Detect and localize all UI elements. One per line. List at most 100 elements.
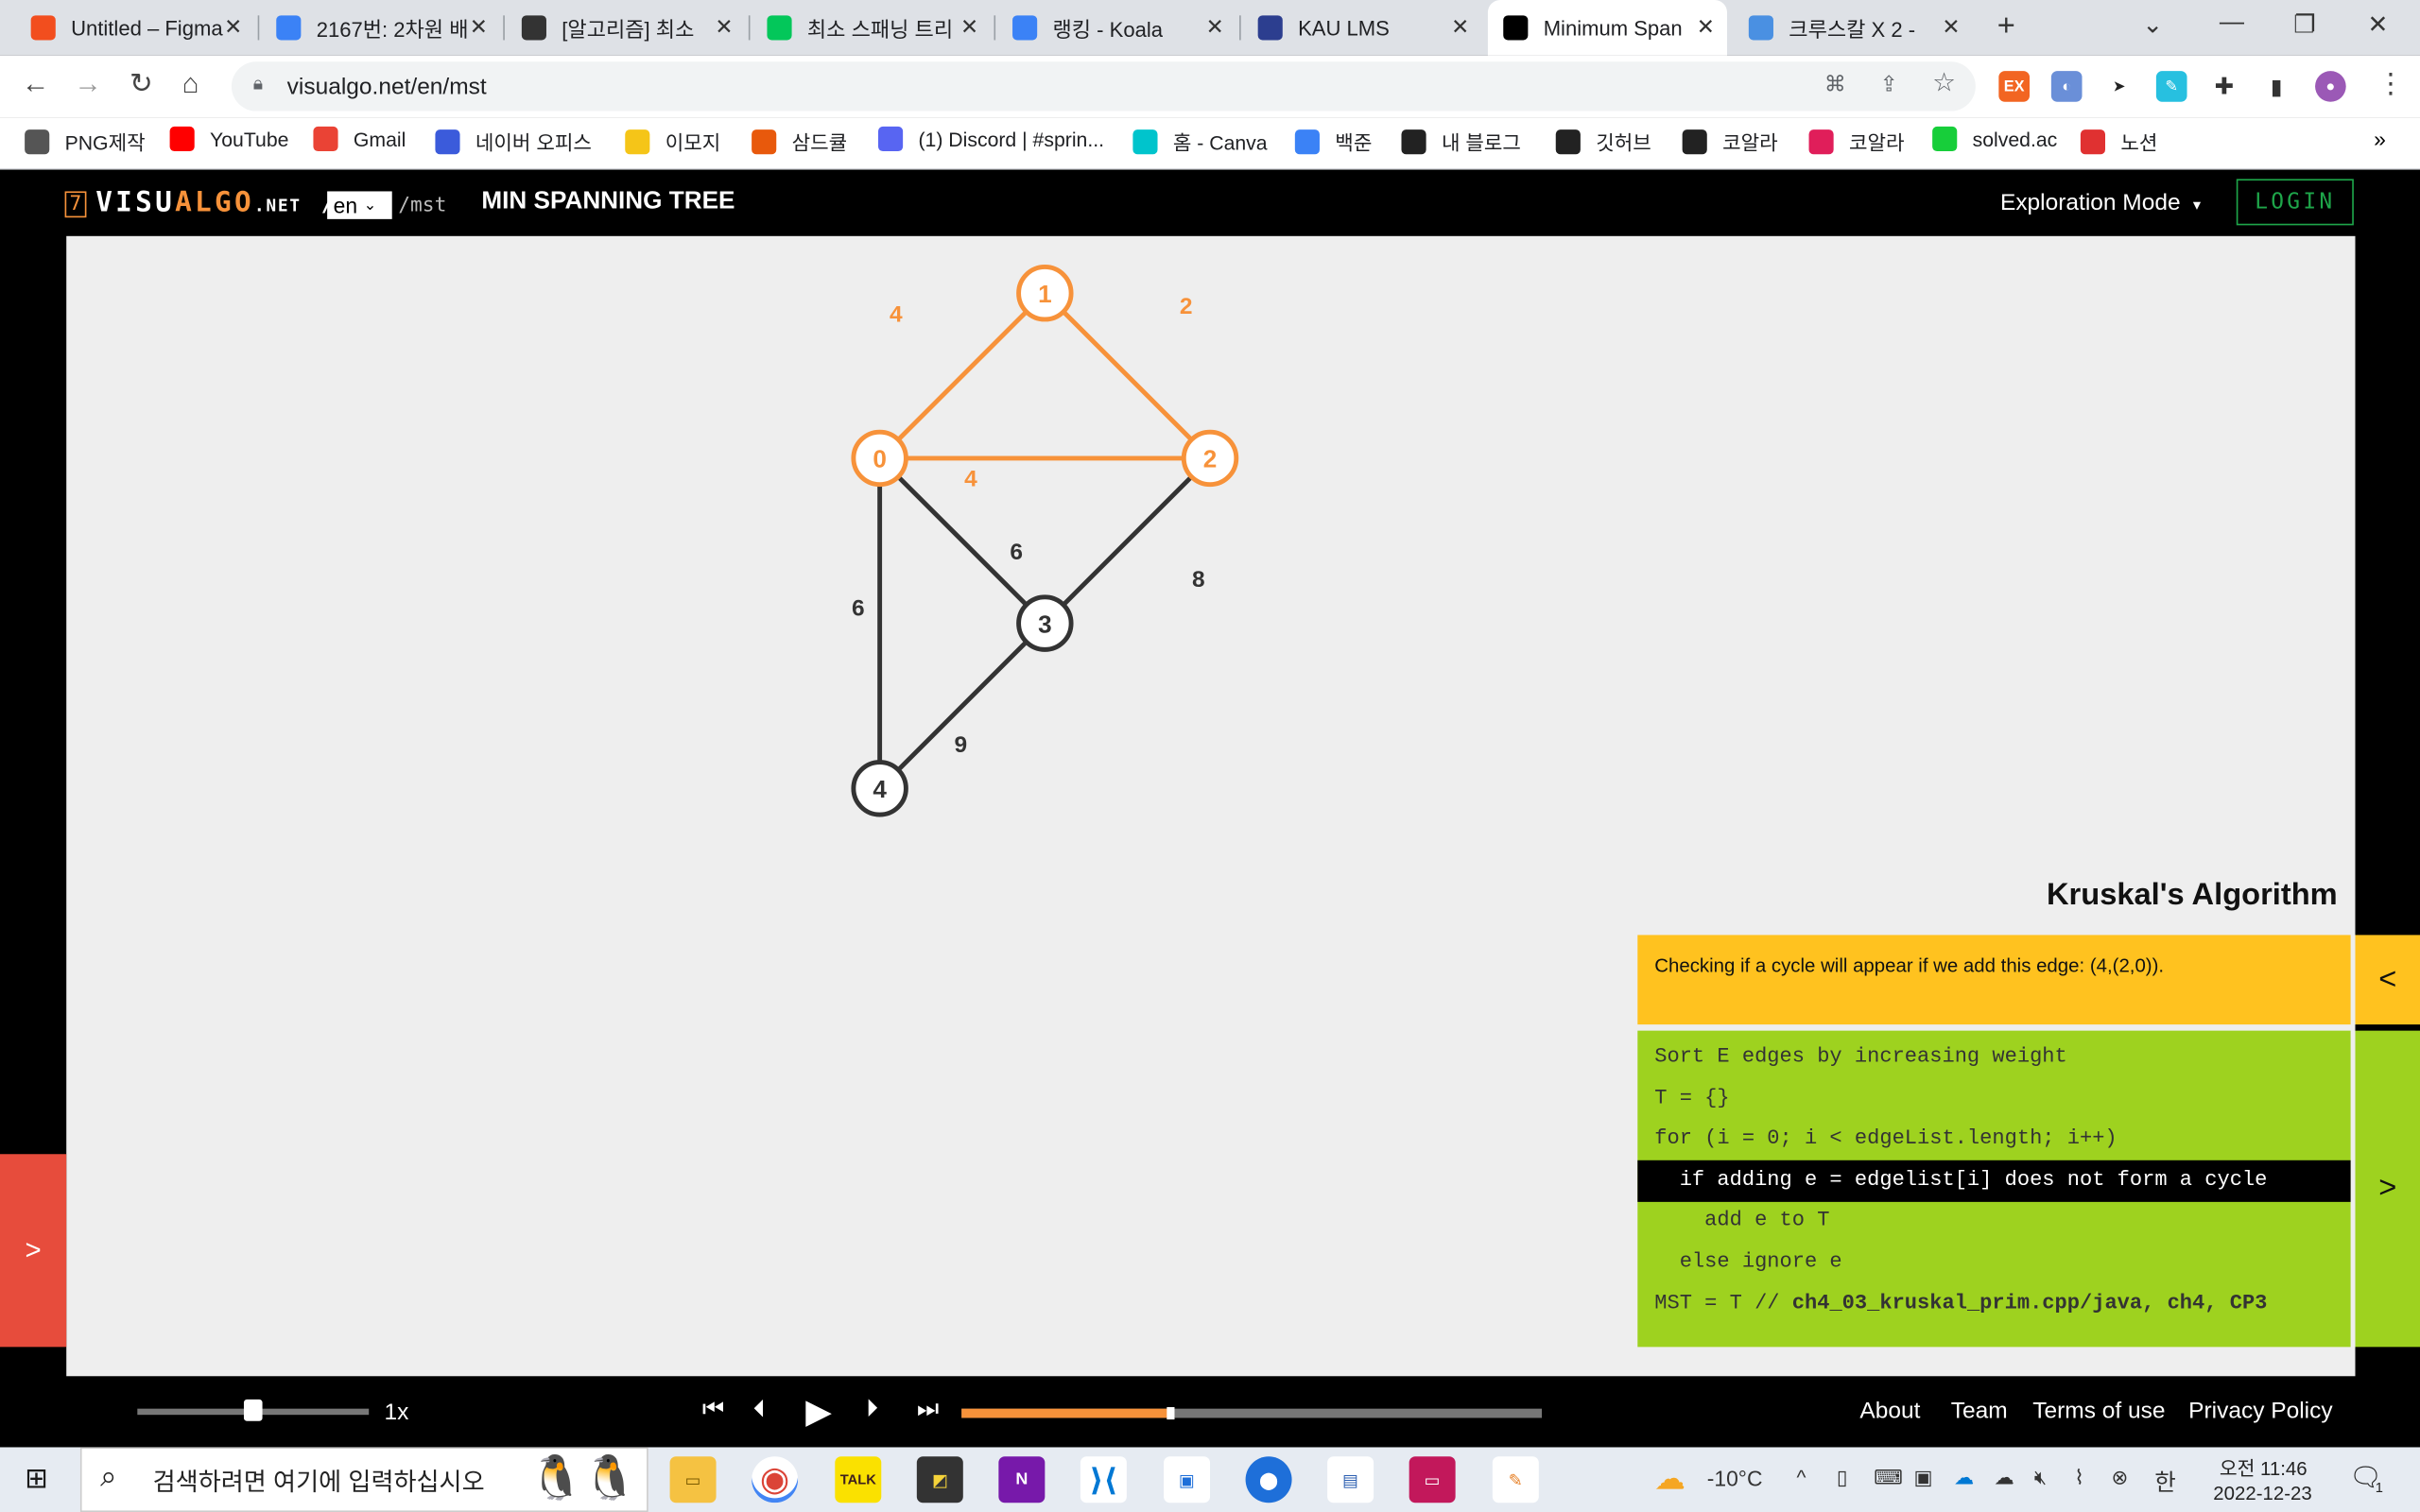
tab-search-icon[interactable]: ⌄: [2142, 9, 2163, 41]
file-explorer-icon[interactable]: ▭: [669, 1456, 717, 1503]
reload-icon[interactable]: ↻: [130, 68, 153, 100]
restore-button[interactable]: ❐: [2293, 9, 2315, 41]
tray-app-icon-1[interactable]: ▯: [1837, 1466, 1848, 1490]
home-icon[interactable]: ⌂: [182, 68, 199, 100]
clock-date[interactable]: 2022-12-23: [2213, 1483, 2311, 1504]
new-tab-button[interactable]: +: [1997, 9, 2015, 45]
back-arrow-icon[interactable]: ←: [22, 68, 49, 100]
expand-code-button[interactable]: >: [2355, 1030, 2420, 1348]
visualgo-logo[interactable]: VISUALGO.NET /: [95, 187, 337, 219]
tab-1[interactable]: 2167번: 2차원 배 ✕: [261, 0, 500, 56]
tab-close-icon[interactable]: ✕: [1697, 14, 1715, 41]
vscode-icon[interactable]: ⟩⟨: [1080, 1456, 1127, 1503]
tab-7[interactable]: 크루스칼 X 2 - ✕: [1734, 0, 1973, 56]
address-bar[interactable]: 🔒︎ visualgo.net/en/mst ⌘ ⇪ ☆: [231, 61, 1976, 112]
progress-handle[interactable]: [1167, 1407, 1176, 1420]
tab-close-icon[interactable]: ✕: [1942, 14, 1960, 41]
extension-ex-icon[interactable]: EX: [1998, 71, 2031, 102]
open-actions-panel-button[interactable]: >: [0, 1154, 67, 1348]
profile-avatar[interactable]: ●: [2315, 71, 2346, 102]
extensions-puzzle-icon[interactable]: ✚: [2208, 71, 2240, 102]
tab-close-icon[interactable]: ✕: [1206, 14, 1224, 41]
clock-time[interactable]: 오전 11:46: [2220, 1452, 2308, 1481]
progress-bar[interactable]: [961, 1407, 1543, 1420]
tab-3[interactable]: 최소 스패닝 트리 ✕: [752, 0, 991, 56]
tab-0[interactable]: Untitled – Figma ✕: [15, 0, 254, 56]
tab-2[interactable]: [알고리즘] 최소 ✕: [507, 0, 746, 56]
side-panel-icon[interactable]: ▮: [2260, 71, 2292, 102]
map-pin-app-icon[interactable]: ⬤: [1245, 1456, 1292, 1503]
volume-muted-icon[interactable]: 🔇︎: [2034, 1466, 2047, 1490]
slides-app-icon[interactable]: ▭: [1409, 1456, 1456, 1503]
extension-cursor-icon[interactable]: ➤: [2103, 71, 2135, 102]
tray-app-icon-2[interactable]: ⌨: [1874, 1466, 1903, 1490]
paint-app-icon[interactable]: ✎: [1492, 1456, 1539, 1503]
footer-link-about[interactable]: About: [1859, 1398, 1920, 1424]
bookmark-item[interactable]: 네이버 오피스: [435, 127, 592, 156]
chrome-icon[interactable]: ◉: [752, 1456, 799, 1503]
bookmark-item[interactable]: 홈 - Canva: [1132, 127, 1268, 156]
footer-link-team[interactable]: Team: [1951, 1398, 2008, 1424]
cloud-sync-icon[interactable]: ☁: [1994, 1466, 2014, 1490]
share-icon[interactable]: ⇪: [1880, 71, 1898, 97]
close-window-button[interactable]: ✕: [2368, 9, 2389, 41]
window-app-icon[interactable]: ▣: [1164, 1456, 1211, 1503]
bookmark-item[interactable]: PNG제작: [25, 127, 146, 156]
tab-close-icon[interactable]: ✕: [960, 14, 978, 41]
bookmark-item[interactable]: 깃허브: [1555, 127, 1651, 156]
bookmark-item[interactable]: 백준: [1294, 127, 1372, 156]
sticky-notes-icon[interactable]: ◩: [916, 1456, 963, 1503]
onedrive-icon[interactable]: ☁: [1954, 1466, 1974, 1490]
extension-circle-icon[interactable]: ◐: [2050, 71, 2083, 102]
footer-link-privacy[interactable]: Privacy Policy: [2188, 1398, 2332, 1424]
tab-5[interactable]: KAU LMS ✕: [1242, 0, 1481, 56]
minimize-button[interactable]: —: [2220, 9, 2244, 37]
tray-app-icon-3[interactable]: ▣: [1914, 1466, 1933, 1490]
more-bookmarks-chevron-icon[interactable]: »: [2374, 127, 2386, 151]
visualization-canvas[interactable]: 4 2 4 6 8 6 9 0 1 2 3 4 Kruskal's Algorithm Checkin…: [66, 235, 2356, 1377]
tray-chevron-up-icon[interactable]: ^: [1796, 1466, 1806, 1488]
onenote-icon[interactable]: N: [998, 1456, 1046, 1503]
bookmark-item[interactable]: solved.ac: [1932, 126, 2057, 152]
collapse-status-button[interactable]: <: [2355, 935, 2420, 1025]
forward-arrow-icon[interactable]: →: [74, 68, 101, 100]
step-back-icon[interactable]: ⏴︎: [753, 1397, 766, 1424]
language-select[interactable]: en ⌄: [327, 191, 392, 219]
speed-slider-handle[interactable]: [243, 1399, 263, 1421]
kakaotalk-icon[interactable]: TALK: [835, 1456, 882, 1503]
weather-temp[interactable]: -10°C: [1707, 1466, 1763, 1490]
play-icon[interactable]: ▶︎: [805, 1392, 832, 1432]
tab-close-icon[interactable]: ✕: [224, 14, 242, 41]
bookmark-item[interactable]: 이모지: [625, 127, 720, 156]
bookmark-item[interactable]: 코알라: [1808, 127, 1905, 156]
bookmark-item[interactable]: (1) Discord | #sprin...: [878, 126, 1104, 152]
wifi-icon[interactable]: ⌇: [2074, 1466, 2083, 1490]
remote-desktop-icon[interactable]: ▤: [1327, 1456, 1374, 1503]
graph-edge-3-4[interactable]: [877, 621, 1047, 791]
mode-dropdown[interactable]: Exploration Mode ▾: [2000, 190, 2201, 216]
tab-close-icon[interactable]: ✕: [470, 14, 488, 41]
bookmark-item[interactable]: 코알라: [1682, 127, 1778, 156]
menu-kebab-icon[interactable]: ⋮: [2377, 68, 2404, 100]
bookmark-star-icon[interactable]: ☆: [1932, 68, 1956, 99]
tab-6[interactable]: Minimum Span ✕: [1487, 0, 1727, 56]
go-to-end-icon[interactable]: ⏭︎: [917, 1397, 940, 1424]
graph-edge-0-1[interactable]: [877, 291, 1047, 460]
tray-close-icon[interactable]: ⊗: [2112, 1466, 2129, 1490]
footer-link-terms[interactable]: Terms of use: [2032, 1398, 2165, 1424]
taskbar-search-box[interactable]: ⌕ 검색하려면 여기에 입력하십시오 🐧🐧: [79, 1447, 648, 1512]
login-button[interactable]: LOGIN: [2236, 179, 2354, 226]
windows-start-icon[interactable]: ⊞: [25, 1463, 48, 1495]
tab-close-icon[interactable]: ✕: [715, 14, 733, 41]
bookmark-item[interactable]: YouTube: [169, 126, 288, 152]
step-forward-icon[interactable]: ⏵︎: [866, 1397, 878, 1424]
speed-slider[interactable]: [137, 1399, 370, 1421]
tab-4[interactable]: 랭킹 - Koala ✕: [997, 0, 1236, 56]
tab-close-icon[interactable]: ✕: [1451, 14, 1469, 41]
translate-icon[interactable]: ⌘: [1824, 71, 1846, 97]
go-to-start-icon[interactable]: ⏮︎: [702, 1397, 725, 1424]
extension-pen-icon[interactable]: ✎: [2155, 71, 2187, 102]
bookmark-item[interactable]: Gmail: [313, 126, 406, 152]
graph-edge-2-3[interactable]: [1043, 456, 1212, 626]
bookmark-item[interactable]: 내 블로그: [1401, 127, 1521, 156]
